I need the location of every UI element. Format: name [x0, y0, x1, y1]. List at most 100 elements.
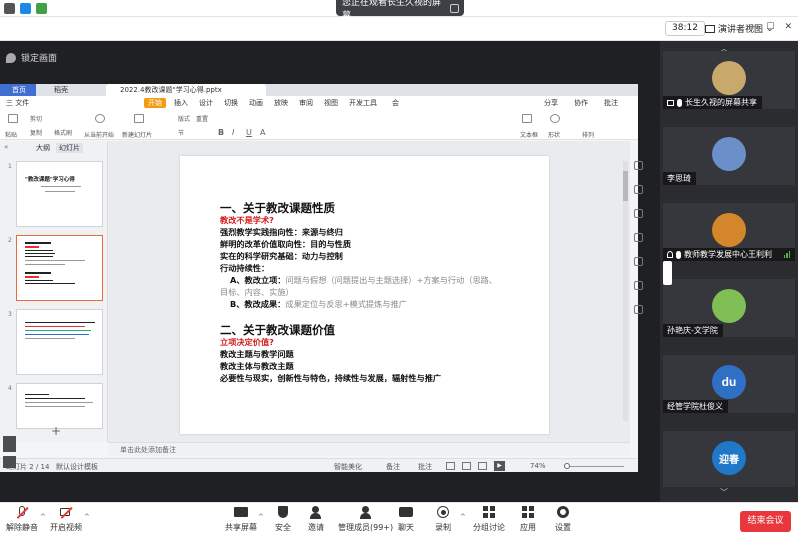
section-button[interactable]: 节: [178, 128, 184, 137]
menu-developer[interactable]: 开发工具: [349, 98, 377, 108]
chevron-up-icon[interactable]: ^: [460, 513, 466, 521]
end-meeting-button[interactable]: 结束会议: [740, 511, 791, 532]
arrange-button[interactable]: 排列: [582, 130, 594, 139]
new-slide-button[interactable]: 新建幻灯片: [122, 130, 152, 139]
breakout-rooms-button[interactable]: 分组讨论: [473, 506, 505, 533]
tool-icon[interactable]: [634, 305, 643, 314]
slide-thumbnail-selected[interactable]: [16, 235, 103, 301]
current-slide[interactable]: 一、关于教改课题性质 教改不是学术? 强烈教学实践指向性：来源与终归 鲜明的改革…: [180, 156, 549, 434]
font-color-button[interactable]: A: [260, 128, 265, 137]
participant-tile[interactable]: 迎春: [663, 431, 795, 487]
slide-thumbnail[interactable]: "教改课题"学习心得: [16, 161, 103, 227]
chevron-up-icon[interactable]: ^: [258, 513, 264, 521]
menu-design[interactable]: 设计: [199, 98, 213, 108]
shield-icon[interactable]: [20, 3, 31, 14]
tab-home[interactable]: 首页: [0, 84, 36, 96]
menu-animation[interactable]: 动画: [249, 98, 263, 108]
unmute-button[interactable]: 解除静音: [6, 506, 38, 533]
zoom-slider-knob[interactable]: [564, 463, 570, 469]
format-painter-button[interactable]: 格式刷: [54, 128, 72, 137]
chevron-down-icon[interactable]: ﹀: [720, 487, 728, 498]
tab-slides[interactable]: 幻灯片: [56, 143, 83, 153]
apps-button[interactable]: 应用: [520, 506, 536, 533]
record-button[interactable]: 录制: [435, 506, 451, 533]
slide-thumbnail[interactable]: [16, 383, 103, 429]
tab-docer[interactable]: 稻壳: [40, 84, 100, 96]
chevron-up-icon[interactable]: ^: [84, 513, 90, 521]
sorter-view-icon[interactable]: [462, 462, 471, 470]
normal-view-icon[interactable]: [446, 462, 455, 470]
notes-pane[interactable]: 单击此处添加备注: [108, 442, 630, 456]
play-slideshow-icon[interactable]: ▶: [494, 461, 505, 471]
tool-icon[interactable]: [634, 185, 643, 194]
chat-button[interactable]: 聊天: [398, 506, 414, 533]
reset-button[interactable]: 重置: [196, 114, 208, 123]
tool-icon[interactable]: [634, 281, 643, 290]
play-icon[interactable]: [95, 114, 105, 123]
tab-outline[interactable]: 大纲: [36, 143, 50, 153]
scrollbar-thumb[interactable]: [623, 171, 628, 201]
menu-review[interactable]: 审阅: [299, 98, 313, 108]
menu-transition[interactable]: 切换: [224, 98, 238, 108]
shield-icon: [276, 506, 290, 519]
tab-document[interactable]: 2022.4教改课题"学习心得.pptx: [106, 84, 266, 96]
copy-button[interactable]: 复制: [30, 128, 42, 137]
menu-icon[interactable]: [3, 456, 16, 468]
notes-button[interactable]: 备注: [386, 462, 400, 472]
panel-toggle-handle[interactable]: [663, 261, 672, 285]
menu-more[interactable]: 会: [392, 98, 399, 108]
bold-button[interactable]: B: [218, 128, 224, 137]
cut-button[interactable]: 剪切: [30, 114, 42, 123]
menu-comment[interactable]: 批注: [604, 98, 618, 108]
manage-members-button[interactable]: 管理成员(99+): [338, 506, 393, 533]
comment-button[interactable]: 批注: [418, 462, 432, 472]
participant-tile[interactable]: 孙艳庆-文学院: [663, 279, 795, 337]
tool-icon[interactable]: [634, 161, 643, 170]
layout-button[interactable]: 版式: [178, 114, 190, 123]
vertical-scrollbar[interactable]: [623, 161, 628, 421]
stop-view-icon[interactable]: [450, 3, 459, 13]
tool-icon[interactable]: [634, 209, 643, 218]
italic-button[interactable]: I: [232, 128, 234, 137]
menu-view[interactable]: 视图: [324, 98, 338, 108]
menu-insert[interactable]: 插入: [174, 98, 188, 108]
slide-thumbnail[interactable]: [16, 309, 103, 375]
smart-beauty-button[interactable]: 智能美化: [334, 462, 362, 472]
list-icon[interactable]: [3, 436, 16, 452]
lock-view-button[interactable]: 锁定画面: [6, 51, 57, 64]
add-slide-button[interactable]: +: [51, 424, 61, 438]
menu-start[interactable]: 开始: [144, 98, 166, 108]
menu-collab[interactable]: 协作: [574, 98, 588, 108]
signal-icon[interactable]: [36, 3, 47, 14]
participant-tile[interactable]: 长生久视的屏幕共享: [663, 51, 795, 109]
security-button[interactable]: 安全: [275, 506, 291, 533]
participant-tile[interactable]: 教师教学发展中心王利利: [663, 203, 795, 261]
tool-icon[interactable]: [634, 257, 643, 266]
shape-button[interactable]: 形状: [548, 130, 560, 139]
underline-button[interactable]: U: [246, 128, 252, 137]
participant-tile[interactable]: 李思琦: [663, 127, 795, 185]
reading-view-icon[interactable]: [478, 462, 487, 470]
paste-icon[interactable]: [8, 114, 18, 123]
invite-button[interactable]: 邀请: [308, 506, 324, 533]
panel-tabs: « 大纲 幻灯片: [0, 141, 107, 154]
paste-button[interactable]: 粘贴: [5, 130, 17, 139]
tool-icon[interactable]: [634, 233, 643, 242]
zoom-slider[interactable]: [564, 463, 624, 469]
menu-file[interactable]: 三 文件: [6, 98, 29, 108]
new-slide-icon[interactable]: [134, 114, 144, 123]
minimize-icon[interactable]: —: [747, 22, 756, 32]
start-video-button[interactable]: 开启视频: [50, 506, 82, 533]
textbox-button[interactable]: 文本框: [520, 130, 538, 139]
share-screen-button[interactable]: 共享屏幕: [225, 506, 257, 533]
settings-button[interactable]: 设置: [555, 506, 571, 533]
info-icon[interactable]: [4, 3, 15, 14]
menu-share[interactable]: 分享: [544, 98, 558, 108]
participant-tile[interactable]: du 经管学院杜俊义: [663, 355, 795, 413]
close-icon[interactable]: ✕: [784, 22, 792, 32]
collapse-icon[interactable]: «: [4, 143, 8, 151]
chevron-up-icon[interactable]: ^: [40, 513, 46, 521]
play-from-current-button[interactable]: 从当前开始: [84, 130, 114, 139]
maximize-icon[interactable]: ☐: [766, 22, 774, 32]
menu-slideshow[interactable]: 放映: [274, 98, 288, 108]
